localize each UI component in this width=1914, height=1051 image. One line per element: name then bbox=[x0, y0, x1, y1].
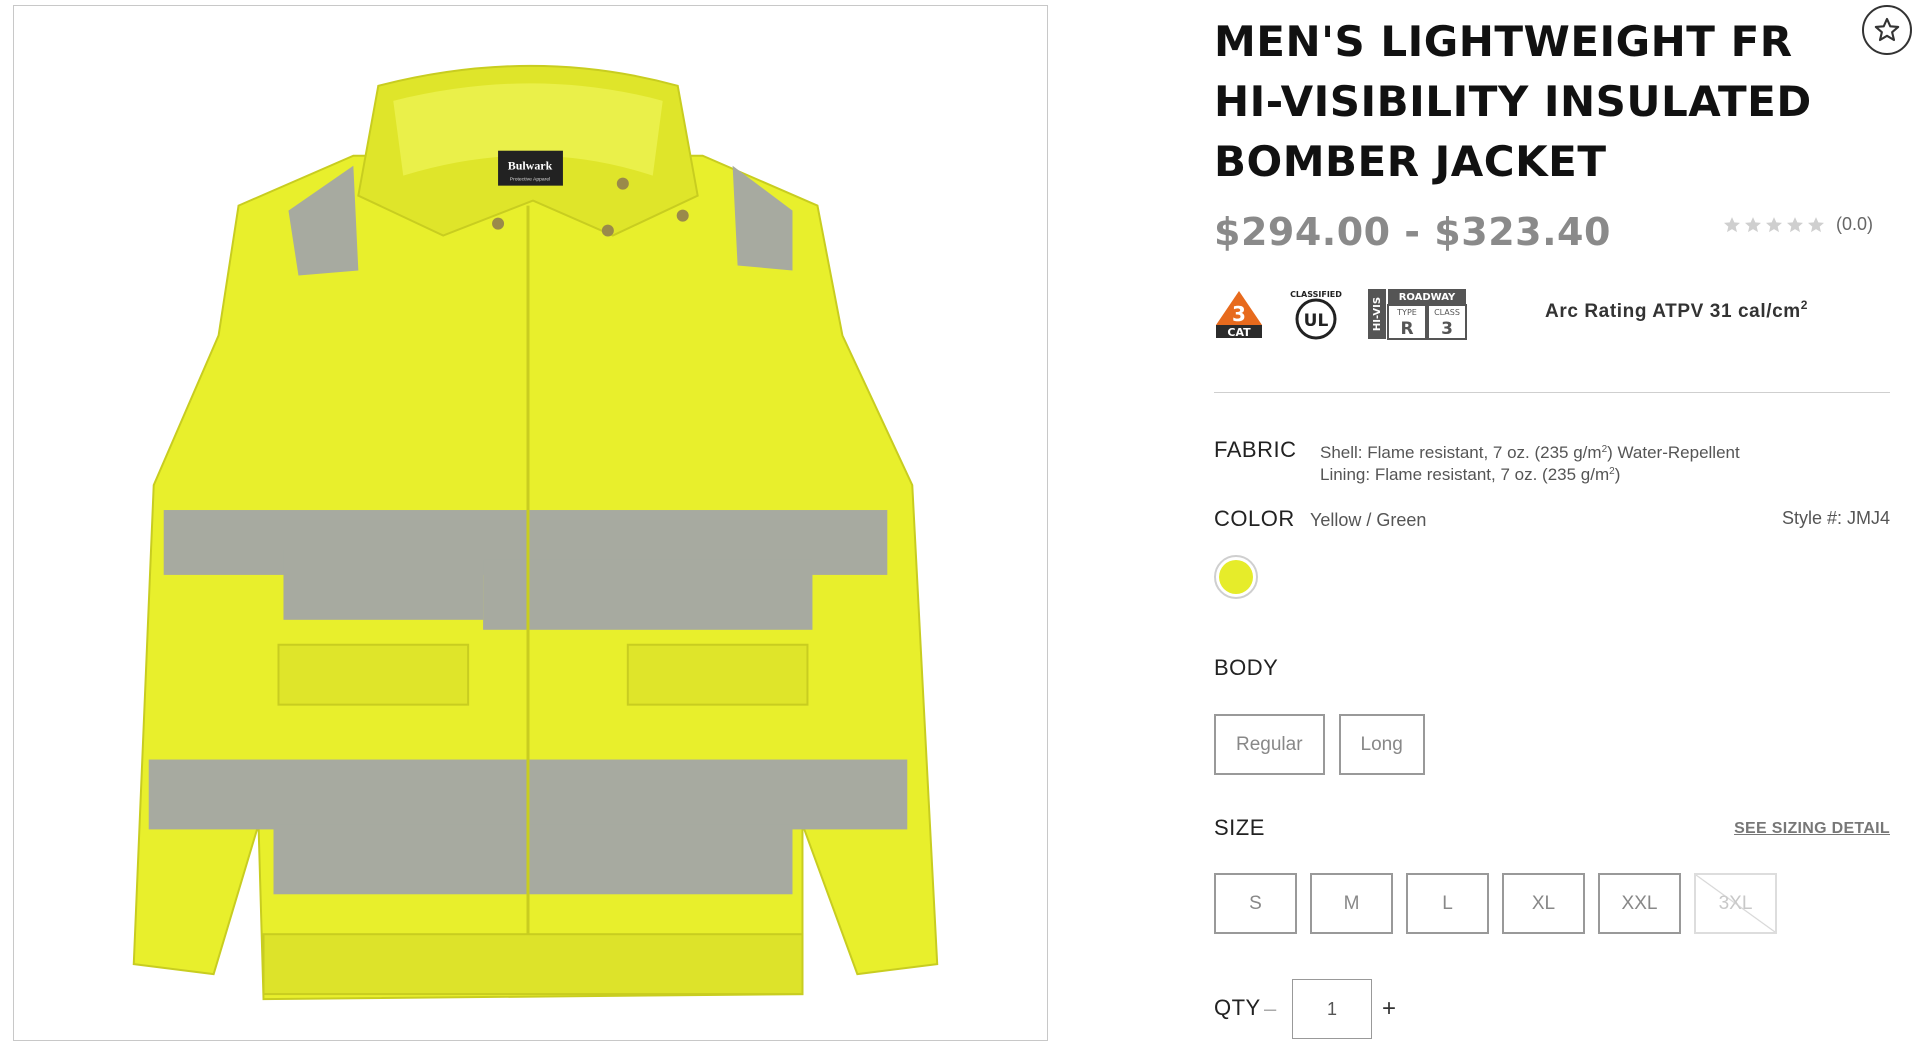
brand-label: Bulwark bbox=[508, 159, 553, 173]
body-option-long[interactable]: Long bbox=[1338, 714, 1425, 775]
size-option-s[interactable]: S bbox=[1214, 873, 1297, 934]
color-swatch-yellow-green[interactable] bbox=[1214, 555, 1258, 599]
fabric-lining-text: Lining: Flame resistant, 7 oz. (235 g/m bbox=[1320, 465, 1610, 484]
star-empty-icon bbox=[1808, 216, 1824, 232]
product-title: MEN'S LIGHTWEIGHT FR HI-VISIBILITY INSUL… bbox=[1214, 17, 1812, 186]
style-number: Style #: JMJ4 bbox=[1781, 508, 1890, 528]
star-icon bbox=[1874, 17, 1900, 42]
price-range: $294.00 - $323.40 bbox=[1214, 210, 1611, 254]
ul-top-text: CLASSIFIED bbox=[1290, 290, 1342, 299]
fabric-shell-post: ) Water-Repellent bbox=[1607, 443, 1740, 462]
star-empty-icon bbox=[1724, 216, 1740, 232]
fabric-shell-text: Shell: Flame resistant, 7 oz. (235 g/m bbox=[1320, 443, 1602, 462]
cat-label: CAT bbox=[1227, 326, 1251, 339]
size-option-xl[interactable]: XL bbox=[1502, 873, 1585, 934]
ul-classified-icon: CLASSIFIED UL bbox=[1290, 290, 1342, 340]
size-option-3xl: 3XL bbox=[1694, 873, 1777, 934]
certification-badges: 3 CAT CLASSIFIED UL HI-VIS ROADWAY TYPE … bbox=[1214, 287, 1468, 341]
color-swatch-fill bbox=[1219, 560, 1253, 594]
arc-rating-sup: 2 bbox=[1800, 298, 1809, 312]
rating-count: (0.0) bbox=[1836, 214, 1874, 234]
star-empty-icon bbox=[1787, 216, 1803, 232]
hivis-type-value: R bbox=[1400, 319, 1413, 339]
sizing-detail-link[interactable]: SEE SIZING DETAIL bbox=[1734, 820, 1890, 838]
arc-cat-badge-icon: 3 CAT bbox=[1216, 291, 1262, 339]
fabric-label: FABRIC bbox=[1214, 437, 1297, 462]
color-label: COLOR bbox=[1214, 506, 1295, 531]
size-option-l[interactable]: L bbox=[1406, 873, 1489, 934]
qty-label: QTY bbox=[1214, 995, 1261, 1020]
ul-mark: UL bbox=[1304, 311, 1329, 331]
hivis-top-text: ROADWAY bbox=[1399, 292, 1456, 303]
jacket-illustration: Bulwark Protective Apparel bbox=[132, 64, 939, 1001]
favorite-button[interactable] bbox=[1862, 5, 1912, 55]
cat-number: 3 bbox=[1232, 302, 1246, 326]
body-options: Regular Long bbox=[1214, 714, 1425, 775]
star-empty-icon bbox=[1766, 216, 1782, 232]
size-options: S M L XL XXL 3XL bbox=[1214, 873, 1777, 934]
rating[interactable]: (0.0) bbox=[1722, 214, 1873, 235]
fabric-lining-post: ) bbox=[1614, 465, 1621, 484]
fabric-lining: Lining: Flame resistant, 7 oz. (235 g/m2… bbox=[1320, 462, 1740, 484]
qty-input[interactable] bbox=[1292, 979, 1372, 1039]
qty-decrease-button[interactable]: – bbox=[1264, 996, 1276, 1022]
product-image[interactable]: Bulwark Protective Apparel bbox=[13, 5, 1048, 1041]
hivis-side-text: HI-VIS bbox=[1372, 297, 1383, 331]
rating-stars bbox=[1722, 215, 1826, 235]
brand-sub: Protective Apparel bbox=[510, 177, 550, 183]
qty-increase-button[interactable]: + bbox=[1382, 995, 1396, 1023]
color-value: Yellow / Green bbox=[1310, 510, 1427, 530]
size-option-xxl[interactable]: XXL bbox=[1598, 873, 1681, 934]
hivis-class-label: CLASS bbox=[1434, 308, 1460, 317]
size-option-m[interactable]: M bbox=[1310, 873, 1393, 934]
hivis-roadway-icon: HI-VIS ROADWAY TYPE R CLASS 3 bbox=[1368, 289, 1467, 340]
arc-rating-text: Arc Rating ATPV 31 cal/cm bbox=[1545, 301, 1801, 322]
arc-rating: Arc Rating ATPV 31 cal/cm2 bbox=[1545, 298, 1808, 323]
size-label: SIZE bbox=[1214, 815, 1265, 840]
body-label: BODY bbox=[1214, 655, 1279, 680]
fabric-shell: Shell: Flame resistant, 7 oz. (235 g/m2)… bbox=[1320, 440, 1740, 462]
body-option-regular[interactable]: Regular bbox=[1214, 714, 1325, 775]
fabric-description: Shell: Flame resistant, 7 oz. (235 g/m2)… bbox=[1320, 440, 1740, 484]
star-empty-icon bbox=[1745, 216, 1761, 232]
hivis-type-label: TYPE bbox=[1396, 308, 1417, 317]
divider bbox=[1214, 392, 1890, 393]
hivis-class-value: 3 bbox=[1441, 319, 1453, 339]
